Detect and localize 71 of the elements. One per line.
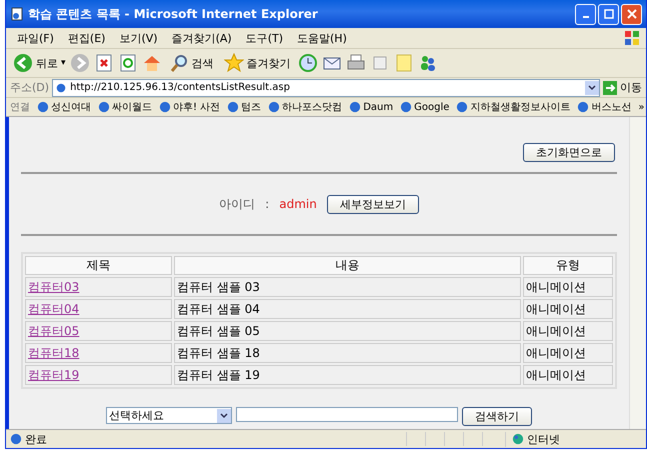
zone-text: 인터넷: [527, 432, 560, 446]
link-item[interactable]: 버스노선: [577, 100, 632, 114]
address-field[interactable]: http://210.125.96.13/contentsListResult.asp: [52, 78, 600, 96]
category-select[interactable]: 선택하세요: [106, 407, 232, 424]
table-cell: 컴퓨터 샘플 18: [174, 343, 521, 363]
table-cell: 애니메이션: [523, 321, 613, 341]
address-label: 주소(D): [10, 80, 50, 95]
globe-icon: [512, 433, 524, 445]
menu-item[interactable]: 보기(V): [112, 30, 165, 46]
detail-button[interactable]: 세부정보보기: [326, 194, 419, 214]
refresh-icon[interactable]: [118, 53, 138, 73]
link-item[interactable]: Daum: [349, 101, 394, 113]
close-button[interactable]: [621, 4, 642, 24]
window-title: 학습 콘텐츠 목록 - Microsoft Internet Explorer: [28, 6, 319, 22]
table-cell: 애니메이션: [523, 365, 613, 385]
table-cell: 컴퓨터 샘플 03: [174, 277, 521, 297]
column-header: 제목: [25, 256, 172, 275]
table-cell: 컴퓨터 샘플 04: [174, 299, 521, 319]
back-menu-button[interactable]: ▾: [61, 58, 66, 68]
go-arrow-icon: [603, 80, 617, 94]
scrollbar[interactable]: [629, 117, 646, 429]
search-submit-button[interactable]: 검색하기: [462, 407, 532, 426]
link-item[interactable]: 성신여대: [37, 100, 91, 114]
menu-item[interactable]: 파일(F): [10, 30, 61, 46]
menu-item[interactable]: 도움말(H): [290, 30, 354, 46]
maximize-button[interactable]: [598, 4, 619, 24]
table-cell: 애니메이션: [523, 277, 613, 297]
search-icon: [168, 53, 189, 73]
table-cell: 컴퓨터 샘플 19: [174, 365, 521, 385]
minimize-icon: [582, 16, 588, 18]
status-text: 완료: [25, 432, 47, 446]
id-value: admin: [279, 197, 317, 211]
favorites-button[interactable]: 즐겨찾기: [220, 53, 294, 73]
column-header: 유형: [523, 256, 613, 275]
title-link[interactable]: 컴퓨터18: [28, 346, 80, 360]
home-icon[interactable]: [142, 53, 162, 73]
id-label: 아이디: [219, 196, 256, 212]
windows-logo-icon: [624, 30, 640, 46]
title-link[interactable]: 컴퓨터03: [28, 280, 80, 294]
table-cell: 애니메이션: [523, 299, 613, 319]
dropdown-icon: [217, 408, 231, 422]
reset-button[interactable]: 초기화면으로: [523, 143, 615, 162]
menu-item[interactable]: 도구(T): [238, 30, 290, 46]
maximize-icon: [604, 9, 614, 19]
menu-item[interactable]: 편집(E): [60, 30, 112, 46]
title-link[interactable]: 컴퓨터19: [28, 368, 80, 382]
close-icon: [626, 9, 636, 19]
title-link[interactable]: 컴퓨터04: [28, 302, 80, 316]
back-button[interactable]: 뒤로: [10, 53, 61, 73]
link-item[interactable]: 야후! 사전: [159, 100, 220, 114]
stop-icon[interactable]: [94, 53, 114, 73]
search-field[interactable]: [236, 407, 458, 422]
link-item[interactable]: 하나포스닷컴: [268, 100, 342, 114]
minimize-button[interactable]: [575, 4, 596, 24]
dropdown-icon[interactable]: [585, 80, 599, 94]
link-item[interactable]: 텀즈: [227, 100, 262, 114]
table-cell: 애니메이션: [523, 343, 613, 363]
column-header: 내용: [174, 256, 521, 275]
go-button[interactable]: 이동: [603, 80, 642, 95]
link-item[interactable]: 싸이월드: [98, 100, 152, 114]
star-icon: [224, 53, 244, 73]
id-separator: :: [265, 197, 270, 211]
title-link[interactable]: 컴퓨터05: [28, 324, 80, 338]
search-button[interactable]: 검색: [166, 53, 217, 73]
link-item[interactable]: Google: [400, 101, 450, 113]
link-item[interactable]: 지하철생활정보사이트: [456, 100, 570, 114]
table-cell: 컴퓨터 샘플 05: [174, 321, 521, 341]
more-links-button[interactable]: »: [638, 102, 644, 112]
links-label: 연결: [10, 101, 30, 114]
history-icon[interactable]: [298, 53, 318, 73]
menu-item[interactable]: 즐겨찾기(A): [164, 30, 239, 46]
